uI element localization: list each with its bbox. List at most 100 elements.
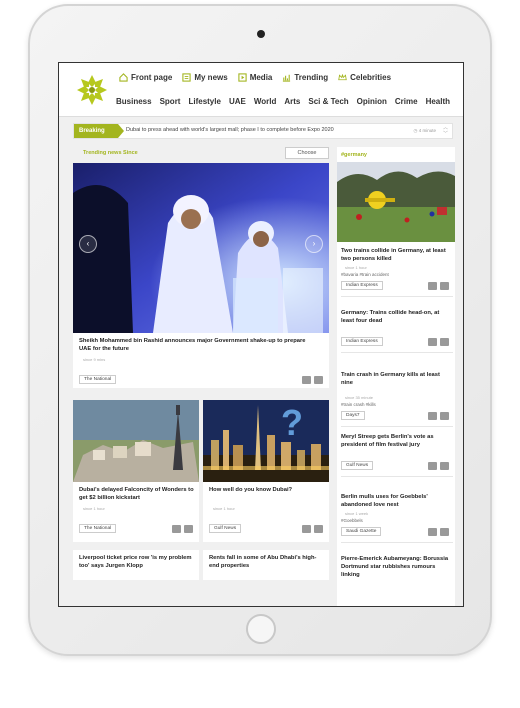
sidebar-image[interactable] [337, 162, 455, 242]
site-header: Front page My news Media Trending Celebr… [59, 63, 463, 117]
home-icon [119, 73, 128, 82]
nav-label: Celebrities [350, 73, 392, 82]
category-sci-tech[interactable]: Sci & Tech [308, 97, 348, 106]
choose-button[interactable]: Choose [285, 147, 329, 159]
tablet-screen: Front page My news Media Trending Celebr… [58, 62, 464, 607]
breaking-scroll-arrows[interactable]: ︿ ﹀ [443, 125, 448, 137]
list-item-title[interactable]: Meryl Streep gets Berlin's vote as presi… [341, 433, 453, 449]
breaking-time: ◷ 4 minute [413, 128, 436, 133]
list-item[interactable]: Train crash in Germany kills at least ni… [341, 371, 453, 427]
nav-my-news[interactable]: My news [182, 73, 228, 82]
article-image[interactable] [73, 400, 199, 482]
user-icon[interactable] [440, 412, 449, 420]
crown-icon [338, 74, 347, 81]
list-item-tags[interactable]: #train crash #kills [341, 402, 453, 407]
image-icon[interactable] [172, 525, 181, 533]
article-image[interactable]: ? [203, 400, 329, 482]
nav-trending[interactable]: Trending [282, 73, 328, 82]
category-health[interactable]: Health [426, 97, 450, 106]
category-lifestyle[interactable]: Lifestyle [188, 97, 220, 106]
article-title[interactable]: How well do you know Dubai? [209, 486, 325, 494]
hero-next-button[interactable]: › [305, 235, 323, 253]
list-item-title[interactable]: Berlin mulls uses for Goebbels' abandone… [341, 493, 453, 509]
list-item-source[interactable]: Days7 [341, 411, 365, 420]
nav-label: Media [249, 73, 273, 82]
image-icon[interactable] [428, 282, 437, 290]
article-actions [172, 525, 193, 533]
list-item-title[interactable]: Train crash in Germany kills at least ni… [341, 371, 453, 387]
image-icon[interactable] [428, 412, 437, 420]
user-icon[interactable] [314, 525, 323, 533]
nav-celebrities[interactable]: Celebrities [338, 73, 391, 82]
list-item-actions [428, 528, 449, 536]
home-button[interactable] [246, 614, 276, 644]
image-icon[interactable] [428, 528, 437, 536]
list-item-actions [428, 282, 449, 290]
category-navigation: Business Sport Lifestyle UAE World Arts … [116, 97, 450, 106]
list-item[interactable]: Germany: Trains collide head-on, at leas… [341, 309, 453, 353]
image-icon[interactable] [302, 525, 311, 533]
hero-article[interactable]: ‹ › Sheikh Mohammed bin Rashid announces… [73, 163, 329, 388]
article-source[interactable]: The National [79, 524, 117, 533]
article-card[interactable]: ? How well do you know Dubai? since 1 ho… [203, 400, 329, 542]
hero-caption[interactable]: Sheikh Mohammed bin Rashid announces maj… [79, 337, 319, 353]
image-icon[interactable] [428, 462, 437, 470]
hero-image[interactable]: ‹ › [73, 163, 329, 333]
user-icon[interactable] [440, 462, 449, 470]
list-item-actions [428, 462, 449, 470]
list-item-source[interactable]: Indian Express [341, 281, 383, 290]
list-item-title[interactable]: Germany: Trains collide head-on, at leas… [341, 309, 453, 325]
play-icon [238, 73, 247, 82]
list-item[interactable]: Pierre-Emerick Aubameyang: Borussia Dort… [341, 555, 453, 579]
user-icon[interactable] [314, 376, 323, 384]
article-meta: since 1 hour [83, 506, 105, 511]
article-card[interactable]: Rents fall in some of Abu Dhabi's high-e… [203, 550, 329, 580]
category-business[interactable]: Business [116, 97, 152, 106]
list-item-source[interactable]: Indian Express [341, 337, 383, 346]
category-opinion[interactable]: Opinion [357, 97, 387, 106]
nav-front-page[interactable]: Front page [119, 73, 172, 82]
tag-sidebar: #germany Two trains collide in Germany, … [337, 147, 455, 606]
hero-prev-button[interactable]: ‹ [79, 235, 97, 253]
list-item[interactable]: Two trains collide in Germany, at least … [341, 247, 453, 297]
user-icon[interactable] [440, 528, 449, 536]
list-item[interactable]: Berlin mulls uses for Goebbels' abandone… [341, 493, 453, 543]
list-item-tags[interactable]: #Goebbels [341, 518, 453, 523]
category-world[interactable]: World [254, 97, 277, 106]
category-sport[interactable]: Sport [160, 97, 181, 106]
nav-media[interactable]: Media [238, 73, 273, 82]
user-icon[interactable] [440, 338, 449, 346]
list-item[interactable]: Meryl Streep gets Berlin's vote as presi… [341, 433, 453, 477]
category-crime[interactable]: Crime [395, 97, 418, 106]
list-item-title[interactable]: Pierre-Emerick Aubameyang: Borussia Dort… [341, 555, 453, 579]
nav-label: My news [194, 73, 228, 82]
category-uae[interactable]: UAE [229, 97, 246, 106]
chevron-down-icon[interactable]: ﹀ [443, 131, 448, 137]
article-card[interactable]: Liverpool ticket price row 'is my proble… [73, 550, 199, 580]
article-title[interactable]: Dubai's delayed Falconcity of Wonders to… [79, 486, 195, 502]
trending-header: Trending news Since Choose [73, 147, 329, 161]
hero-source[interactable]: The National [79, 375, 117, 384]
list-item-actions [428, 338, 449, 346]
list-item-title[interactable]: Two trains collide in Germany, at least … [341, 247, 453, 263]
image-icon[interactable] [428, 338, 437, 346]
hero-actions [302, 376, 323, 384]
list-item-source[interactable]: Saudi Gazette [341, 527, 382, 536]
breaking-headline[interactable]: Dubai to press ahead with world's larges… [126, 127, 334, 133]
camera-dot [257, 30, 265, 38]
list-item-tags[interactable]: #bavaria #train accident [341, 272, 453, 277]
user-icon[interactable] [184, 525, 193, 533]
hero-meta: since 9 mins [83, 357, 106, 362]
article-card[interactable]: Dubai's delayed Falconcity of Wonders to… [73, 400, 199, 542]
category-arts[interactable]: Arts [284, 97, 300, 106]
user-icon[interactable] [440, 282, 449, 290]
image-icon[interactable] [302, 376, 311, 384]
sidebar-hashtag[interactable]: #germany [341, 152, 367, 158]
article-actions [302, 525, 323, 533]
site-logo[interactable] [75, 73, 109, 107]
article-source[interactable]: Gulf News [209, 524, 242, 533]
article-title[interactable]: Liverpool ticket price row 'is my proble… [79, 554, 195, 570]
breaking-news-bar[interactable]: Breaking Dubai to press ahead with world… [73, 123, 453, 139]
article-title[interactable]: Rents fall in some of Abu Dhabi's high-e… [209, 554, 325, 570]
list-item-source[interactable]: Gulf News [341, 461, 374, 470]
